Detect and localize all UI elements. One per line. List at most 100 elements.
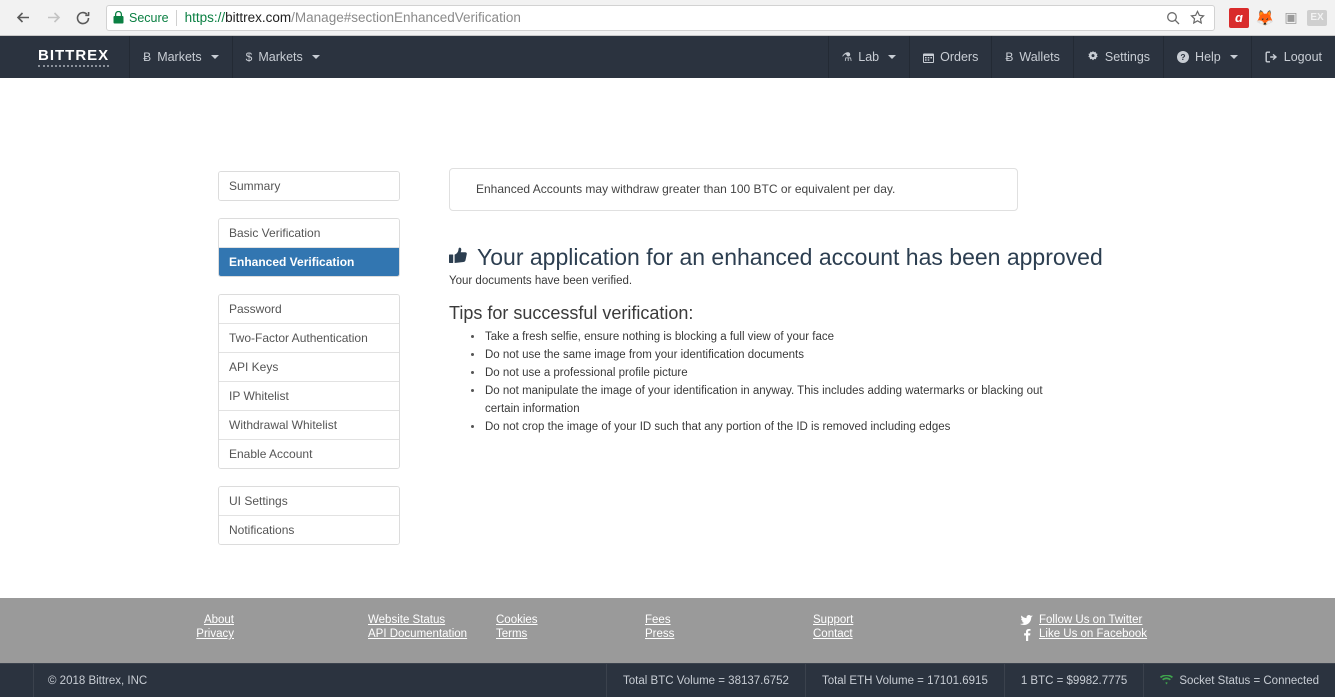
page-body: Summary Basic Verification Enhanced Veri… — [0, 78, 1335, 598]
sidebar-item-basic-verification[interactable]: Basic Verification — [219, 219, 399, 248]
footer-column-legal: Cookies Terms — [372, 613, 538, 642]
url-host: bittrex.com — [225, 10, 292, 25]
footer-column-fees: Fees Press — [517, 613, 674, 642]
footer-link-contact[interactable]: Contact — [813, 627, 853, 641]
nav-item-label: Orders — [940, 50, 979, 64]
sidebar-item-enhanced-verification[interactable]: Enhanced Verification — [219, 248, 399, 276]
page-title-text: Your application for an enhanced account… — [477, 244, 1103, 270]
status-bar-spacer — [0, 664, 34, 697]
sidebar-item-ui-settings[interactable]: UI Settings — [219, 487, 399, 516]
chevron-down-icon — [1229, 55, 1238, 59]
status-bar: © 2018 Bittrex, INC Total BTC Volume = 3… — [0, 663, 1335, 697]
nav-item-label: Lab — [858, 50, 880, 64]
footer-columns: About Privacy Website Status API Documen… — [0, 598, 1335, 642]
footer-link-facebook-label: Like Us on Facebook — [1039, 628, 1148, 641]
sidebar-group: Password Two-Factor Authentication API K… — [218, 294, 400, 469]
chevron-down-icon — [311, 55, 320, 59]
footer-link-support[interactable]: Support — [813, 613, 853, 627]
bitcoin-icon: Ƀ — [143, 50, 152, 64]
address-bar[interactable]: Secure https://bittrex.com/Manage#sectio… — [106, 4, 1215, 31]
wifi-icon — [1160, 674, 1174, 688]
copyright-text: © 2018 Bittrex, INC — [48, 675, 148, 687]
bitcoin-icon: Ƀ — [1005, 50, 1014, 64]
footer-link-terms[interactable]: Terms — [496, 627, 527, 641]
nav-item-help[interactable]: ? Help — [1163, 36, 1251, 78]
nav-item-label: Logout — [1283, 50, 1322, 64]
list-item: Take a fresh selfie, ensure nothing is b… — [471, 328, 1079, 346]
chevron-down-icon — [210, 55, 219, 59]
footer-link-twitter-label: Follow Us on Twitter — [1039, 614, 1143, 626]
footer-link-press[interactable]: Press — [645, 627, 674, 641]
main-content: Enhanced Accounts may withdraw greater t… — [449, 168, 1103, 436]
sidebar-item-summary[interactable]: Summary — [219, 172, 399, 200]
nav-item-orders[interactable]: Orders — [909, 36, 991, 78]
footer-link-fees[interactable]: Fees — [645, 613, 671, 627]
footer-column-status: Website Status API Documentation — [234, 613, 467, 642]
nav-item-settings[interactable]: Settings — [1072, 36, 1163, 78]
sidebar-group: UI Settings Notifications — [218, 486, 400, 545]
search-icon[interactable] — [1162, 7, 1184, 29]
info-alert: Enhanced Accounts may withdraw greater t… — [449, 168, 1018, 211]
footer-column-about: About Privacy — [0, 613, 234, 642]
nav-item-wallets[interactable]: Ƀ Wallets — [991, 36, 1073, 78]
back-arrow-icon[interactable] — [8, 3, 38, 33]
sidebar-item-api-keys[interactable]: API Keys — [219, 353, 399, 382]
list-item: Do not manipulate the image of your iden… — [471, 382, 1079, 418]
gear-icon — [1087, 51, 1099, 63]
forward-arrow-icon — [38, 3, 68, 33]
nav-item-label: Markets — [258, 50, 303, 64]
footer-column-support: Support Contact — [667, 613, 853, 642]
url-path: /Manage#sectionEnhancedVerification — [291, 10, 521, 25]
secure-label: Secure — [129, 10, 169, 25]
status-btc-volume: Total BTC Volume = 38137.6752 — [606, 664, 805, 697]
twitter-icon — [1020, 614, 1033, 626]
footer-link-cookies[interactable]: Cookies — [496, 613, 538, 627]
question-circle-icon: ? — [1177, 51, 1190, 63]
browser-toolbar: Secure https://bittrex.com/Manage#sectio… — [0, 0, 1335, 36]
bittrex-logo[interactable]: BITTREX — [0, 36, 129, 78]
sidebar-group: Summary — [218, 171, 400, 201]
firefox-extension-icon[interactable]: 🦊 — [1255, 8, 1275, 28]
nav-item-logout[interactable]: Logout — [1250, 36, 1335, 78]
reload-icon[interactable] — [68, 3, 98, 33]
lock-icon — [113, 11, 124, 24]
site-navbar: BITTREX Ƀ Markets $ Markets ⚗ Lab Orders… — [0, 36, 1335, 78]
navbar-right: ⚗ Lab Orders Ƀ Wallets Settings ? Help L… — [827, 36, 1335, 78]
footer-link-facebook[interactable]: Like Us on Facebook — [1020, 627, 1147, 641]
sidebar-item-password[interactable]: Password — [219, 295, 399, 324]
nav-item-lab[interactable]: ⚗ Lab — [827, 36, 910, 78]
footer-link-about[interactable]: About — [0, 613, 234, 627]
omnibox-actions — [1154, 7, 1208, 29]
nav-item-label: Settings — [1104, 50, 1151, 64]
footer-column-social: Follow Us on Twitter Like Us on Facebook — [852, 613, 1147, 642]
url-text: https://bittrex.com/Manage#sectionEnhanc… — [185, 10, 521, 25]
status-socket-label: Socket Status = Connected — [1179, 675, 1319, 687]
footer-link-privacy[interactable]: Privacy — [0, 627, 234, 641]
list-item: Do not crop the image of your ID such th… — [471, 418, 1079, 436]
thumbs-up-icon — [449, 247, 468, 268]
sidebar-item-notifications[interactable]: Notifications — [219, 516, 399, 544]
page-title: Your application for an enhanced account… — [449, 244, 1103, 271]
status-eth-volume: Total ETH Volume = 17101.6915 — [804, 664, 1004, 697]
sidebar-item-two-factor-authentication[interactable]: Two-Factor Authentication — [219, 324, 399, 353]
sidebar-item-withdrawal-whitelist[interactable]: Withdrawal Whitelist — [219, 411, 399, 440]
nav-item-usd-markets[interactable]: $ Markets — [231, 36, 333, 78]
sidebar-item-enable-account[interactable]: Enable Account — [219, 440, 399, 468]
ex-extension-icon[interactable]: EX — [1307, 9, 1327, 26]
window-extension-icon[interactable]: ▣ — [1281, 8, 1301, 28]
footer-link-twitter[interactable]: Follow Us on Twitter — [1020, 613, 1147, 627]
tips-heading: Tips for successful verification: — [449, 303, 694, 323]
sidebar-item-ip-whitelist[interactable]: IP Whitelist — [219, 382, 399, 411]
status-socket: Socket Status = Connected — [1143, 664, 1335, 697]
settings-sidebar: Summary Basic Verification Enhanced Veri… — [218, 171, 400, 562]
star-icon[interactable] — [1186, 7, 1208, 29]
nav-item-btc-markets[interactable]: Ƀ Markets — [129, 36, 231, 78]
nav-item-label: Markets — [157, 50, 202, 64]
nav-item-label: Wallets — [1019, 50, 1060, 64]
page-subtitle: Your documents have been verified. — [449, 275, 633, 287]
nav-item-label: Help — [1195, 50, 1221, 64]
svg-text:?: ? — [1180, 52, 1185, 62]
avira-extension-icon[interactable]: ɑ — [1229, 7, 1249, 28]
tips-list: Take a fresh selfie, ensure nothing is b… — [471, 328, 1079, 436]
status-btc-price: 1 BTC = $9982.7775 — [1003, 664, 1143, 697]
